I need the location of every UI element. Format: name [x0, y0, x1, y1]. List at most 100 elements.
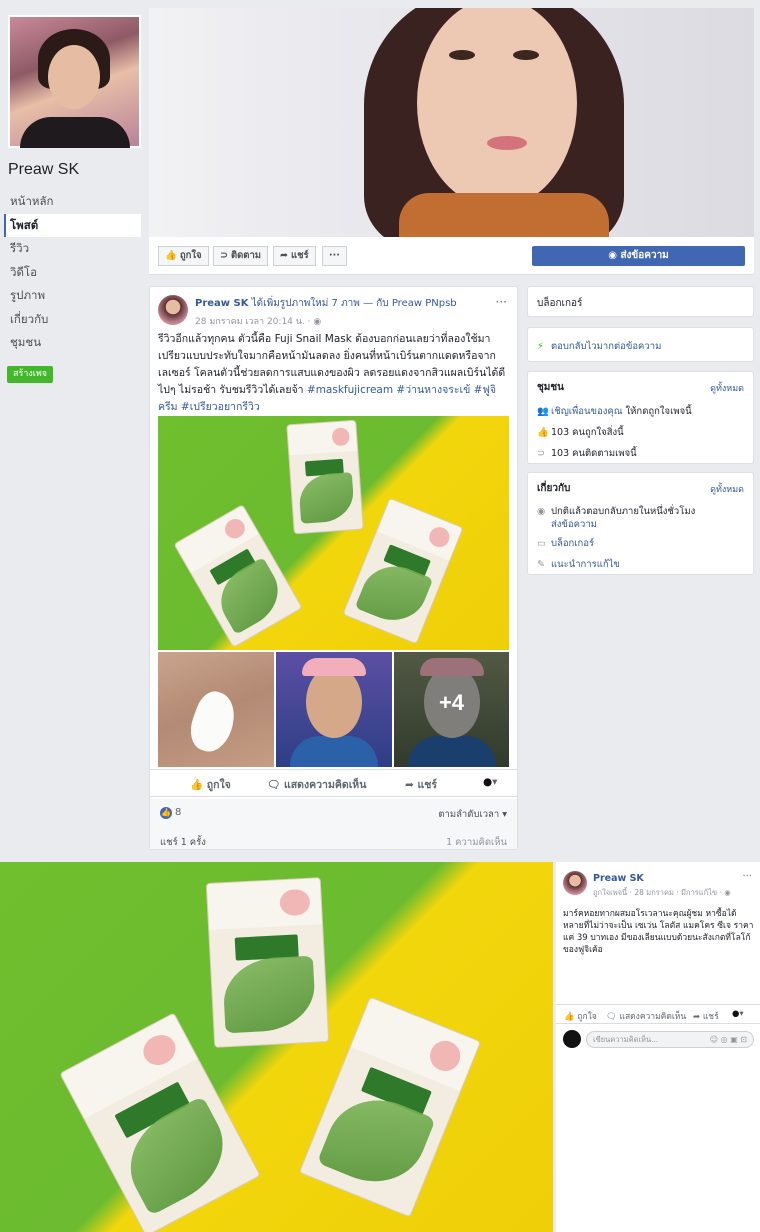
community-see-all-link[interactable]: ดูทั้งหมด [710, 381, 744, 395]
category-card: บล็อกเกอร์ [527, 286, 754, 317]
comment-input[interactable]: เขียนความคิดเห็น... ☺ ◎ ▣ ⊡ [586, 1031, 754, 1048]
like-page-button[interactable]: 👍 ถูกใจ [158, 246, 209, 266]
product-pack [205, 877, 330, 1048]
reaction-count[interactable]: 👍 8 [160, 807, 181, 819]
thumbs-up-icon: 👍 [190, 779, 207, 791]
fast-response-icon: ⚡ [537, 341, 544, 352]
share-page-label: แชร์ [290, 250, 309, 261]
community-card: ชุมชน ดูทั้งหมด 👥 เชิญเพื่อนของคุณ ให้กดถ… [527, 371, 754, 464]
category-link[interactable]: บล็อกเกอร์ [551, 538, 594, 549]
post-like-button[interactable]: 👍 ถูกใจ [190, 776, 231, 793]
share-arrow-icon: ➦ [405, 779, 418, 791]
lightbox-share-button[interactable]: ➦ แชร์ [693, 1009, 719, 1023]
chevron-down-icon: ▾ [739, 1009, 744, 1019]
post-photo-thumbnail[interactable] [158, 652, 274, 767]
nav-item-home[interactable]: หน้าหลัก [4, 190, 141, 214]
thumb-headband [302, 658, 366, 676]
page-follows-row: ⊃ 103 คนติดตามเพจนี้ [537, 446, 637, 461]
post-share-button[interactable]: ➦ แชร์ [405, 776, 437, 793]
comment-sort-dropdown[interactable]: ตามลำดับเวลา ▾ [438, 807, 507, 822]
thumbs-up-icon: 👍 [165, 250, 177, 261]
nav-item-about[interactable]: เกี่ยวกับ [4, 308, 141, 332]
follow-label: ติดตาม [230, 250, 262, 261]
product-pack [173, 504, 303, 648]
lightbox-author-avatar[interactable] [563, 871, 587, 895]
lightbox-meta: ถูกใจเพจนี้ · 28 มกราคม · มีการแก้ไข · ◉ [593, 888, 731, 897]
nav-item-photos[interactable]: รูปภาพ [4, 284, 141, 308]
thumbs-up-icon: 👍 [564, 1012, 575, 1022]
nav-item-posts[interactable]: โพสต์ [4, 213, 141, 237]
thumbs-up-icon: 👍 [537, 427, 549, 438]
about-see-all-link[interactable]: ดูทั้งหมด [710, 482, 744, 496]
share-arrow-icon: ➦ [280, 250, 288, 261]
about-card: เกี่ยวกับ ดูทั้งหมด ◉ ปกติแล้วตอบกลับภายใ… [527, 472, 754, 575]
page-profile-picture[interactable] [8, 15, 141, 148]
category-label[interactable]: บล็อกเกอร์ [537, 296, 582, 311]
photo-viewer-image[interactable] [0, 862, 553, 1232]
page-follows-text: 103 คนติดตามเพจนี้ [551, 448, 637, 459]
comment-icon: 🗨 [267, 779, 284, 791]
post-like-label: ถูกใจ [206, 779, 231, 791]
comment-attach-icons[interactable]: ☺ ◎ ▣ ⊡ [710, 1032, 747, 1047]
post-body: รีวิวอีกแล้วทุกคน ตัวนี้คือ Fuji Snail M… [158, 331, 513, 416]
follow-button[interactable]: ⊃ ติดตาม [213, 246, 269, 266]
comment-count[interactable]: 1 ความคิดเห็น [446, 835, 507, 850]
photo-viewer-panel: Preaw SK ถูกใจเพจนี้ · 28 มกราคม · มีการ… [556, 862, 760, 1232]
response-card: ⚡ ตอบกลับไวมากต่อข้อความ [527, 327, 754, 362]
response-rate-label: ตอบกลับไวมากต่อข้อความ [551, 341, 662, 352]
share-count[interactable]: แชร์ 1 ครั้ง [160, 835, 206, 850]
lightbox-share-label: แชร์ [702, 1012, 719, 1022]
about-send-message-link[interactable]: ส่งข้อความ [551, 517, 597, 532]
lightbox-post-as-selector[interactable]: ●▾ [732, 1009, 744, 1019]
lightbox-like-button[interactable]: 👍 ถูกใจ [564, 1009, 597, 1023]
page-nav: หน้าหลัก โพสต์ รีวิว วิดีโอ รูปภาพ เกี่ย… [4, 190, 141, 355]
lightbox-author-name[interactable]: Preaw SK [593, 873, 644, 884]
post-author-link[interactable]: Preaw SK [195, 298, 248, 309]
comment-icon: 🗨 [606, 1012, 617, 1022]
lightbox-action-bar: 👍 ถูกใจ 🗨 แสดงความคิดเห็น ➦ แชร์ ●▾ [556, 1004, 760, 1024]
chevron-down-icon: ▾ [492, 776, 498, 788]
suggest-edit-link[interactable]: แนะนำการแก้ไข [551, 559, 620, 570]
lightbox-options-icon[interactable]: ··· [742, 871, 752, 882]
post-comment-label: แสดงความคิดเห็น [284, 779, 367, 791]
pencil-icon: ✎ [537, 559, 545, 570]
post-header: Preaw SK ได้เพิ่มรูปภาพใหม่ 7 ภาพ — กับ … [195, 297, 495, 311]
reply-time-text: ปกติแล้วตอบกลับภายในหนึ่งชั่วโมง [551, 506, 696, 517]
messenger-icon: ◉ [608, 250, 621, 261]
cover-lips [487, 136, 527, 150]
invite-friends-row: 👥 เชิญเพื่อนของคุณ ให้กดถูกใจเพจนี้ [537, 404, 692, 419]
about-send-message-label: ส่งข้อความ [551, 519, 597, 530]
invite-friends-link[interactable]: เชิญเพื่อนของคุณ [551, 406, 623, 417]
post-main-photo[interactable] [158, 416, 509, 650]
post-comment-button[interactable]: 🗨 แสดงความคิดเห็น [267, 776, 366, 793]
cover-photo[interactable] [149, 8, 754, 237]
post-options-icon[interactable]: ··· [496, 295, 507, 309]
community-title: ชุมชน [537, 382, 565, 393]
post-author-avatar[interactable] [158, 295, 188, 325]
comment-placeholder: เขียนความคิดเห็น... [593, 1035, 659, 1044]
share-page-button[interactable]: ➦ แชร์ [273, 246, 316, 266]
nav-item-videos[interactable]: วิดีโอ [4, 261, 141, 285]
thumb-face [306, 666, 362, 738]
create-page-button[interactable]: สร้างเพจ [7, 366, 54, 383]
more-photos-count[interactable]: +4 [394, 690, 509, 716]
profile-face [48, 45, 100, 109]
response-row: ⚡ ตอบกลับไวมากต่อข้อความ [537, 339, 661, 354]
left-sidebar: Preaw SK หน้าหลัก โพสต์ รีวิว วิดีโอ รูป… [0, 0, 148, 860]
product-pack [286, 419, 364, 535]
send-message-button[interactable]: ◉ ส่งข้อความ [532, 246, 745, 266]
lightbox-comment-button[interactable]: 🗨 แสดงความคิดเห็น [606, 1009, 686, 1023]
post-as-selector[interactable]: ●▾ [483, 776, 497, 788]
post-stats: 👍 8 ตามลำดับเวลา ▾ แชร์ 1 ครั้ง 1 ความคิด… [150, 799, 517, 849]
post-photo-thumbnail[interactable] [276, 652, 392, 767]
post-timestamp[interactable]: 28 มกราคม เวลา 20:14 น. · ◉ [195, 314, 321, 328]
more-options-button[interactable]: ··· [322, 246, 347, 266]
profile-shoulder [20, 117, 130, 148]
nav-item-reviews[interactable]: รีวิว [4, 237, 141, 261]
post-action-text: ได้เพิ่มรูปภาพใหม่ 7 ภาพ — กับ Preaw PNp… [251, 298, 457, 309]
nav-item-community[interactable]: ชุมชน [4, 331, 141, 355]
page-name[interactable]: Preaw SK [8, 161, 79, 179]
invite-friends-text: ให้กดถูกใจเพจนี้ [622, 406, 692, 417]
page-avatar-dot-icon: ● [483, 776, 493, 788]
page-likes-text: 103 คนถูกใจสิ่งนี้ [551, 427, 624, 438]
